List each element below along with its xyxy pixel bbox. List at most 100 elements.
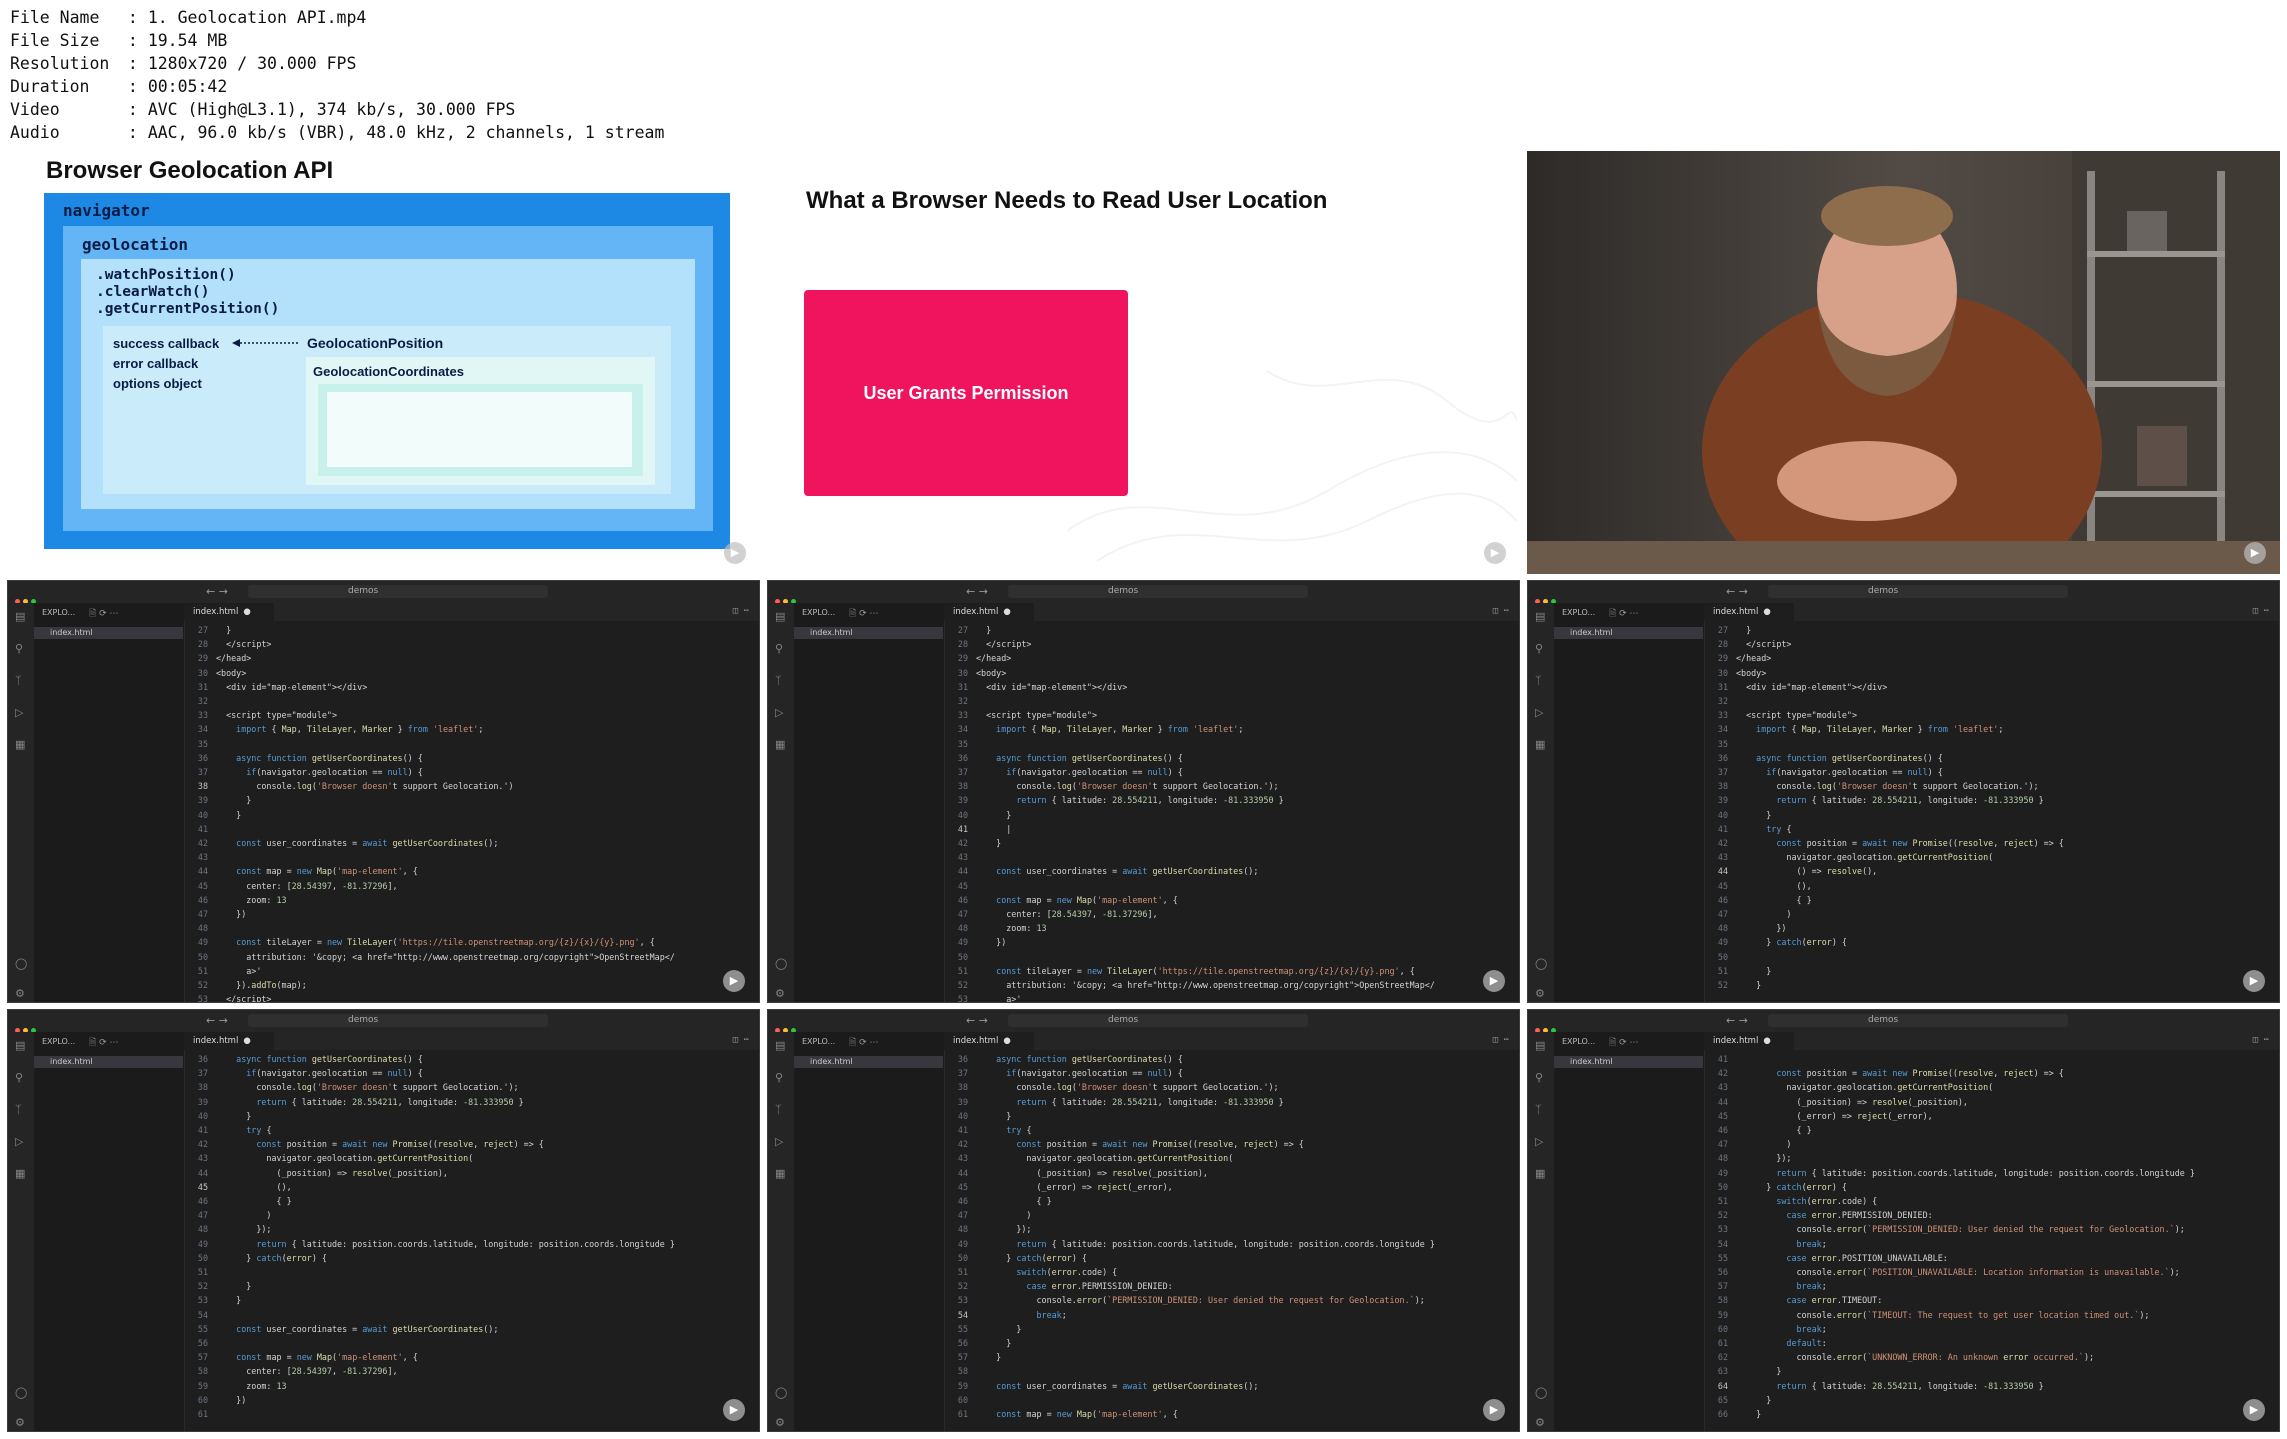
source-control-icon[interactable]: ᛉ	[15, 675, 27, 687]
explorer-icon[interactable]: ▤	[775, 1040, 787, 1052]
play-icon[interactable]: ▶	[1483, 970, 1505, 992]
run-debug-icon[interactable]: ▷	[1535, 707, 1547, 719]
file-item-index-html[interactable]: index.html	[1554, 1056, 1703, 1068]
nav-arrows-icon[interactable]: ← →	[206, 585, 228, 598]
file-item-index-html[interactable]: index.html	[1554, 627, 1703, 639]
code-area[interactable]: 27 } 28 </script> 29 </head> 30 <body> 31 <div…	[1704, 621, 2279, 1002]
split-editor-icon[interactable]: ◫ ⋯	[733, 1035, 749, 1045]
command-search[interactable]: demos	[1768, 585, 2068, 598]
split-editor-icon[interactable]: ◫ ⋯	[733, 606, 749, 616]
play-icon[interactable]: ▶	[2243, 1399, 2265, 1421]
command-search[interactable]: demos	[1008, 1014, 1308, 1027]
extensions-icon[interactable]: ▦	[775, 1168, 787, 1180]
extensions-icon[interactable]: ▦	[15, 739, 27, 751]
explorer-actions-icon[interactable]: 🗎 ⟳ ⋯	[849, 1035, 879, 1051]
account-icon[interactable]: ◯	[1535, 958, 1547, 970]
nav-arrows-icon[interactable]: ← →	[1726, 1014, 1748, 1027]
explorer-icon[interactable]: ▤	[1535, 1040, 1547, 1052]
play-icon[interactable]: ▶	[1484, 542, 1506, 564]
file-info-separator: :	[118, 8, 148, 27]
account-icon[interactable]: ◯	[1535, 1387, 1547, 1399]
source-control-icon[interactable]: ᛉ	[1535, 675, 1547, 687]
search-icon[interactable]: ⚲	[15, 1072, 27, 1084]
explorer-actions-icon[interactable]: 🗎 ⟳ ⋯	[1609, 606, 1639, 622]
code-area[interactable]: 27 } 28 </script> 29 </head> 30 <body> 31 <div…	[944, 621, 1519, 1002]
command-search[interactable]: demos	[248, 1014, 548, 1027]
search-icon[interactable]: ⚲	[1535, 1072, 1547, 1084]
play-icon[interactable]: ▶	[1483, 1399, 1505, 1421]
search-icon[interactable]: ⚲	[775, 643, 787, 655]
code-line: a>'	[216, 965, 262, 976]
search-icon[interactable]: ⚲	[775, 1072, 787, 1084]
settings-gear-icon[interactable]: ⚙	[775, 1417, 787, 1429]
tab-index-html[interactable]: index.html ●	[1704, 1032, 1794, 1050]
file-item-index-html[interactable]: index.html	[34, 1056, 183, 1068]
code-area[interactable]: 41 42 const position = await new Promise(…	[1704, 1050, 2279, 1431]
extensions-icon[interactable]: ▦	[1535, 1168, 1547, 1180]
settings-gear-icon[interactable]: ⚙	[1535, 988, 1547, 1000]
code-area[interactable]: 36 async function getUserCoordinates() {…	[944, 1050, 1519, 1431]
settings-gear-icon[interactable]: ⚙	[15, 1417, 27, 1429]
run-debug-icon[interactable]: ▷	[775, 1136, 787, 1148]
nav-arrows-icon[interactable]: ← →	[206, 1014, 228, 1027]
explorer-icon[interactable]: ▤	[775, 611, 787, 623]
split-editor-icon[interactable]: ◫ ⋯	[1493, 606, 1509, 616]
source-control-icon[interactable]: ᛉ	[775, 675, 787, 687]
account-icon[interactable]: ◯	[775, 1387, 787, 1399]
source-control-icon[interactable]: ᛉ	[775, 1104, 787, 1116]
split-editor-icon[interactable]: ◫ ⋯	[2253, 1035, 2269, 1045]
settings-gear-icon[interactable]: ⚙	[1535, 1417, 1547, 1429]
account-icon[interactable]: ◯	[15, 1387, 27, 1399]
settings-gear-icon[interactable]: ⚙	[15, 988, 27, 1000]
explorer-icon[interactable]: ▤	[15, 611, 27, 623]
command-search[interactable]: demos	[1768, 1014, 2068, 1027]
command-search[interactable]: demos	[1008, 585, 1308, 598]
play-icon[interactable]: ▶	[724, 542, 746, 564]
code-area[interactable]: 27 } 28 </script> 29 </head> 30 <body> 31 <div…	[184, 621, 759, 1002]
run-debug-icon[interactable]: ▷	[775, 707, 787, 719]
run-debug-icon[interactable]: ▷	[15, 1136, 27, 1148]
play-icon[interactable]: ▶	[2243, 970, 2265, 992]
run-debug-icon[interactable]: ▷	[1535, 1136, 1547, 1148]
tab-index-html[interactable]: index.html ●	[944, 1032, 1034, 1050]
search-icon[interactable]: ⚲	[1535, 643, 1547, 655]
play-icon[interactable]: ▶	[2244, 542, 2266, 564]
play-icon[interactable]: ▶	[723, 970, 745, 992]
file-item-index-html[interactable]: index.html	[34, 627, 183, 639]
play-icon[interactable]: ▶	[723, 1399, 745, 1421]
source-control-icon[interactable]: ᛉ	[1535, 1104, 1547, 1116]
geolocation-coordinates-label: GeolocationCoordinates	[313, 364, 464, 379]
settings-gear-icon[interactable]: ⚙	[775, 988, 787, 1000]
account-icon[interactable]: ◯	[15, 958, 27, 970]
nav-arrows-icon[interactable]: ← →	[966, 585, 988, 598]
search-icon[interactable]: ⚲	[15, 643, 27, 655]
nav-arrows-icon[interactable]: ← →	[966, 1014, 988, 1027]
file-item-index-html[interactable]: index.html	[794, 627, 943, 639]
code-area[interactable]: 36 async function getUserCoordinates() {…	[184, 1050, 759, 1431]
tab-index-html[interactable]: index.html ●	[184, 1032, 274, 1050]
split-editor-icon[interactable]: ◫ ⋯	[1493, 1035, 1509, 1045]
tab-index-html[interactable]: index.html ●	[184, 603, 274, 621]
split-editor-icon[interactable]: ◫ ⋯	[2253, 606, 2269, 616]
line-number: 40	[957, 1110, 968, 1121]
explorer-actions-icon[interactable]: 🗎 ⟳ ⋯	[849, 606, 879, 622]
explorer-actions-icon[interactable]: 🗎 ⟳ ⋯	[89, 606, 119, 622]
code-line: } catch(error) {	[976, 1252, 1087, 1263]
line-number: 54	[957, 1309, 968, 1320]
explorer-actions-icon[interactable]: 🗎 ⟳ ⋯	[89, 1035, 119, 1051]
tab-index-html[interactable]: index.html ●	[1704, 603, 1794, 621]
run-debug-icon[interactable]: ▷	[15, 707, 27, 719]
extensions-icon[interactable]: ▦	[15, 1168, 27, 1180]
tab-index-html[interactable]: index.html ●	[944, 603, 1034, 621]
extensions-icon[interactable]: ▦	[1535, 739, 1547, 751]
explorer-actions-icon[interactable]: 🗎 ⟳ ⋯	[1609, 1035, 1639, 1051]
extensions-icon[interactable]: ▦	[775, 739, 787, 751]
file-item-index-html[interactable]: index.html	[794, 1056, 943, 1068]
command-search[interactable]: demos	[248, 585, 548, 598]
nav-arrows-icon[interactable]: ← →	[1726, 585, 1748, 598]
source-control-icon[interactable]: ᛉ	[15, 1104, 27, 1116]
account-icon[interactable]: ◯	[775, 958, 787, 970]
explorer-icon[interactable]: ▤	[1535, 611, 1547, 623]
unsaved-dot-icon: ●	[1003, 1036, 1011, 1046]
explorer-icon[interactable]: ▤	[15, 1040, 27, 1052]
